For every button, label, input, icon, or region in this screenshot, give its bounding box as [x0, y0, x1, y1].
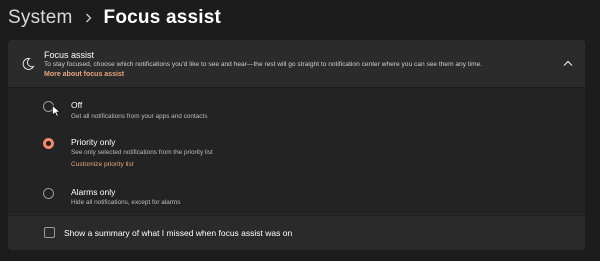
option-alarms-only[interactable]: Alarms only Hide all notifications, exce…: [43, 186, 443, 210]
summary-row[interactable]: Show a summary of what I missed when foc…: [8, 215, 585, 250]
option-priority-description: See only selected notifications from the…: [71, 149, 213, 156]
focus-assist-card: Focus assist To stay focused, choose whi…: [8, 40, 585, 250]
radio-alarms-only[interactable]: [43, 188, 54, 199]
customize-priority-link[interactable]: Customize priority list: [71, 161, 134, 168]
option-priority-only[interactable]: Priority only See only selected notifica…: [43, 136, 443, 170]
settings-page: System Focus assist Focus assist To stay…: [0, 0, 600, 261]
summary-checkbox[interactable]: [44, 227, 55, 238]
option-priority-label: Priority only: [71, 137, 116, 147]
more-about-link[interactable]: More about focus assist: [44, 71, 124, 78]
option-off-description: Get all notifications from your apps and…: [71, 113, 208, 120]
option-alarms-description: Hide all notifications, except for alarm…: [71, 199, 181, 206]
option-alarms-label: Alarms only: [71, 187, 116, 197]
breadcrumb-system[interactable]: System: [8, 7, 73, 29]
summary-label: Show a summary of what I missed when foc…: [64, 228, 293, 238]
moon-icon: [21, 57, 35, 71]
mouse-cursor-icon: [52, 104, 61, 117]
chevron-up-icon[interactable]: [561, 56, 575, 70]
option-off[interactable]: Off Get all notifications from your apps…: [43, 98, 443, 122]
radio-priority-only[interactable]: [43, 138, 54, 149]
breadcrumb: System Focus assist: [8, 4, 221, 32]
focus-assist-options: Off Get all notifications from your apps…: [8, 88, 585, 214]
chevron-right-icon: [85, 13, 92, 23]
page-title: Focus assist: [103, 7, 222, 28]
focus-assist-header[interactable]: Focus assist To stay focused, choose whi…: [8, 40, 585, 88]
focus-assist-description: To stay focused, choose which notificati…: [44, 61, 483, 68]
option-off-label: Off: [71, 100, 83, 110]
focus-assist-title: Focus assist: [44, 50, 95, 60]
